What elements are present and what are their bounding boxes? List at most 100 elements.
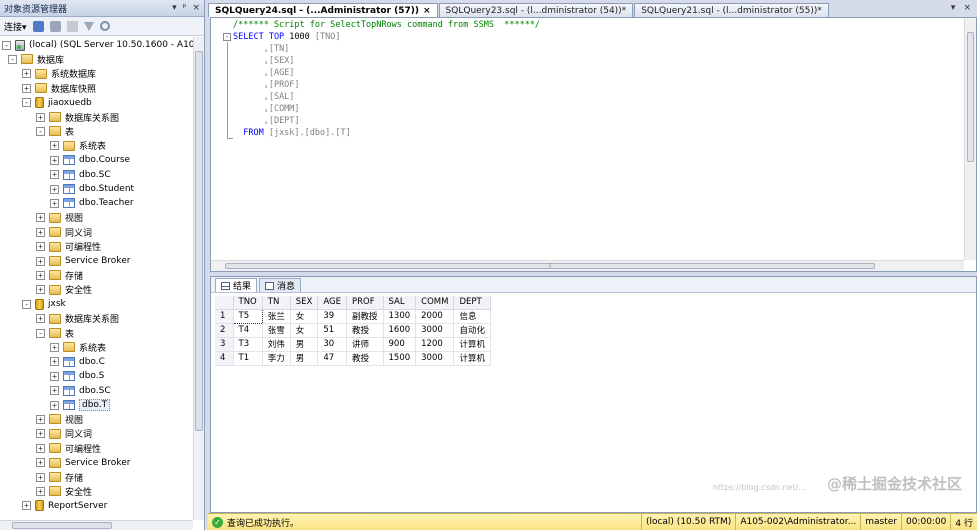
collapse-icon[interactable]: - [8, 54, 17, 64]
tree-node-databases[interactable]: - 数据库 [8, 52, 64, 66]
code-line[interactable]: - SELECT TOP 1000 [TNO] [211, 31, 964, 43]
code-line[interactable]: ,[DEPT] [211, 115, 964, 127]
refresh-icon[interactable] [99, 21, 110, 31]
tree-node-jxsk-diagrams[interactable]: + 数据库关系图 [36, 312, 119, 326]
grid-column-header[interactable]: SEX [290, 296, 319, 310]
stop-icon[interactable] [66, 20, 78, 32]
grid-corner[interactable] [215, 296, 234, 310]
tree-node-system-databases[interactable]: + 系统数据库 [22, 67, 96, 81]
grid-cell[interactable]: 女 [290, 309, 319, 324]
collapse-icon[interactable]: - [22, 299, 31, 309]
grid-cell[interactable]: 张兰 [262, 309, 291, 324]
tree-node-jxsk-service-broker[interactable]: + Service Broker [36, 456, 130, 470]
tree-node-jiaoxuedb-tables[interactable]: -表 [36, 124, 74, 138]
tab-messages[interactable]: 消息 [259, 278, 302, 292]
connect-button[interactable]: 连接▾ [4, 20, 27, 33]
grid-cell[interactable]: 1300 [383, 309, 417, 324]
close-tab-icon[interactable]: × [423, 6, 431, 16]
grid-cell[interactable]: 2000 [415, 309, 455, 324]
tab-query-2[interactable]: SQLQuery23.sql - (l...dministrator (54))… [438, 3, 634, 17]
expand-icon[interactable]: + [36, 242, 45, 252]
row-number[interactable]: 1 [215, 309, 234, 324]
grid-cell[interactable]: T3 [233, 337, 263, 352]
expand-icon[interactable]: + [50, 170, 59, 180]
tab-query-1[interactable]: SQLQuery24.sql - (...Administrator (57))… [208, 3, 438, 17]
collapse-icon[interactable]: - [2, 40, 11, 50]
grid-column-header[interactable]: AGE [317, 296, 347, 310]
grid-cell[interactable]: 信息 [453, 309, 491, 324]
tree-node-dbo-teacher[interactable]: + dbo.Teacher [50, 196, 134, 210]
tree-node-jxsk-security[interactable]: + 安全性 [36, 484, 92, 498]
grid-column-header[interactable]: TNO [233, 296, 263, 310]
expand-icon[interactable]: + [36, 270, 45, 280]
grid-cell[interactable]: 男 [290, 351, 319, 366]
tree-node-jiaoxuedb-storage[interactable]: + 存储 [36, 268, 83, 282]
code-line[interactable]: ,[SEX] [211, 55, 964, 67]
grid-cell[interactable]: 副教授 [346, 309, 384, 324]
code-line[interactable]: FROM [jxsk].[dbo].[T] [211, 127, 964, 139]
expand-icon[interactable]: + [36, 414, 45, 424]
tree-node-jiaoxuedb-security[interactable]: + 安全性 [36, 283, 92, 297]
grid-cell[interactable]: 教授 [346, 323, 384, 338]
grid-cell[interactable]: 30 [317, 337, 347, 352]
expand-icon[interactable]: + [36, 112, 45, 122]
editor-horizontal-scrollbar[interactable]: ⁞ [211, 260, 964, 271]
grid-cell[interactable]: 计算机 [453, 351, 491, 366]
collapse-icon[interactable]: - [36, 126, 45, 136]
editor-vertical-scrollbar[interactable] [964, 18, 976, 260]
expand-icon[interactable]: + [36, 256, 45, 266]
expand-icon[interactable]: + [36, 314, 45, 324]
tree-node-jxsk-views[interactable]: + 视图 [36, 412, 83, 426]
grid-cell[interactable]: 男 [290, 337, 319, 352]
expand-icon[interactable]: + [50, 357, 59, 367]
code-line[interactable]: ,[AGE] [211, 67, 964, 79]
grid-cell[interactable]: T5 [232, 308, 263, 324]
grid-cell[interactable]: 计算机 [453, 337, 491, 352]
expand-icon[interactable]: + [50, 155, 59, 165]
grid-column-header[interactable]: SAL [383, 296, 417, 310]
close-document-icon[interactable]: × [963, 3, 971, 13]
expand-icon[interactable]: + [50, 184, 59, 194]
grid-cell[interactable]: 51 [317, 323, 347, 338]
tree-node-jxsk-tables[interactable]: -表 [36, 326, 74, 340]
expand-icon[interactable]: + [36, 458, 45, 468]
grid-cell[interactable]: T4 [233, 323, 263, 338]
code-line[interactable]: /****** Script for SelectTopNRows comman… [211, 19, 964, 31]
tree-node-reportserver[interactable]: + ReportServer [22, 499, 107, 513]
object-explorer-horizontal-scrollbar[interactable] [0, 520, 193, 530]
tree-node-dbo-sc-1[interactable]: + dbo.SC [50, 168, 111, 182]
tree-node-db-snapshots[interactable]: + 数据库快照 [22, 81, 96, 95]
expand-icon[interactable]: + [50, 342, 59, 352]
grid-cell[interactable]: 张雪 [262, 323, 291, 338]
grid-cell[interactable]: 3000 [415, 351, 455, 366]
expand-icon[interactable]: + [50, 141, 59, 151]
sql-code[interactable]: /****** Script for SelectTopNRows comman… [211, 18, 964, 260]
collapse-icon[interactable]: - [22, 98, 31, 108]
expand-icon[interactable]: + [22, 83, 31, 93]
tree-node-dbo-course[interactable]: + dbo.Course [50, 153, 130, 167]
code-line[interactable]: ,[SAL] [211, 91, 964, 103]
row-number[interactable]: 3 [215, 337, 234, 352]
expand-icon[interactable]: + [22, 69, 31, 79]
table-row[interactable]: 2 T4 张雪女 51 教授 1600 3000 自动化 [215, 323, 491, 338]
grid-cell[interactable]: 女 [290, 323, 319, 338]
expand-icon[interactable]: + [36, 285, 45, 295]
grid-cell[interactable]: T1 [233, 351, 263, 366]
grid-column-header[interactable]: COMM [415, 296, 455, 310]
grid-cell[interactable]: 1200 [415, 337, 455, 352]
grid-column-header[interactable]: DEPT [453, 296, 491, 310]
tree-node-jxsk-storage[interactable]: + 存储 [36, 470, 83, 484]
tree-node-jiaoxuedb-views[interactable]: + 视图 [36, 211, 83, 225]
tree-node-jxsk-synonyms[interactable]: + 同义词 [36, 427, 92, 441]
row-number[interactable]: 2 [215, 323, 234, 338]
tree-node-server[interactable]: - (local) (SQL Server 10.50.1600 - A105-0… [2, 38, 193, 52]
object-explorer-vertical-scrollbar[interactable] [193, 37, 204, 520]
grid-cell[interactable]: 1500 [383, 351, 417, 366]
pin-icon[interactable]: ᵖ [183, 3, 187, 13]
tree-node-jiaoxuedb[interactable]: - jiaoxuedb [22, 96, 92, 110]
tree-node-dbo-sc-2[interactable]: + dbo.SC [50, 384, 111, 398]
expand-icon[interactable]: + [50, 198, 59, 208]
grid-cell[interactable]: 教授 [346, 351, 384, 366]
row-number[interactable]: 4 [215, 351, 234, 366]
tab-list-icon[interactable]: ▾ [951, 3, 956, 13]
